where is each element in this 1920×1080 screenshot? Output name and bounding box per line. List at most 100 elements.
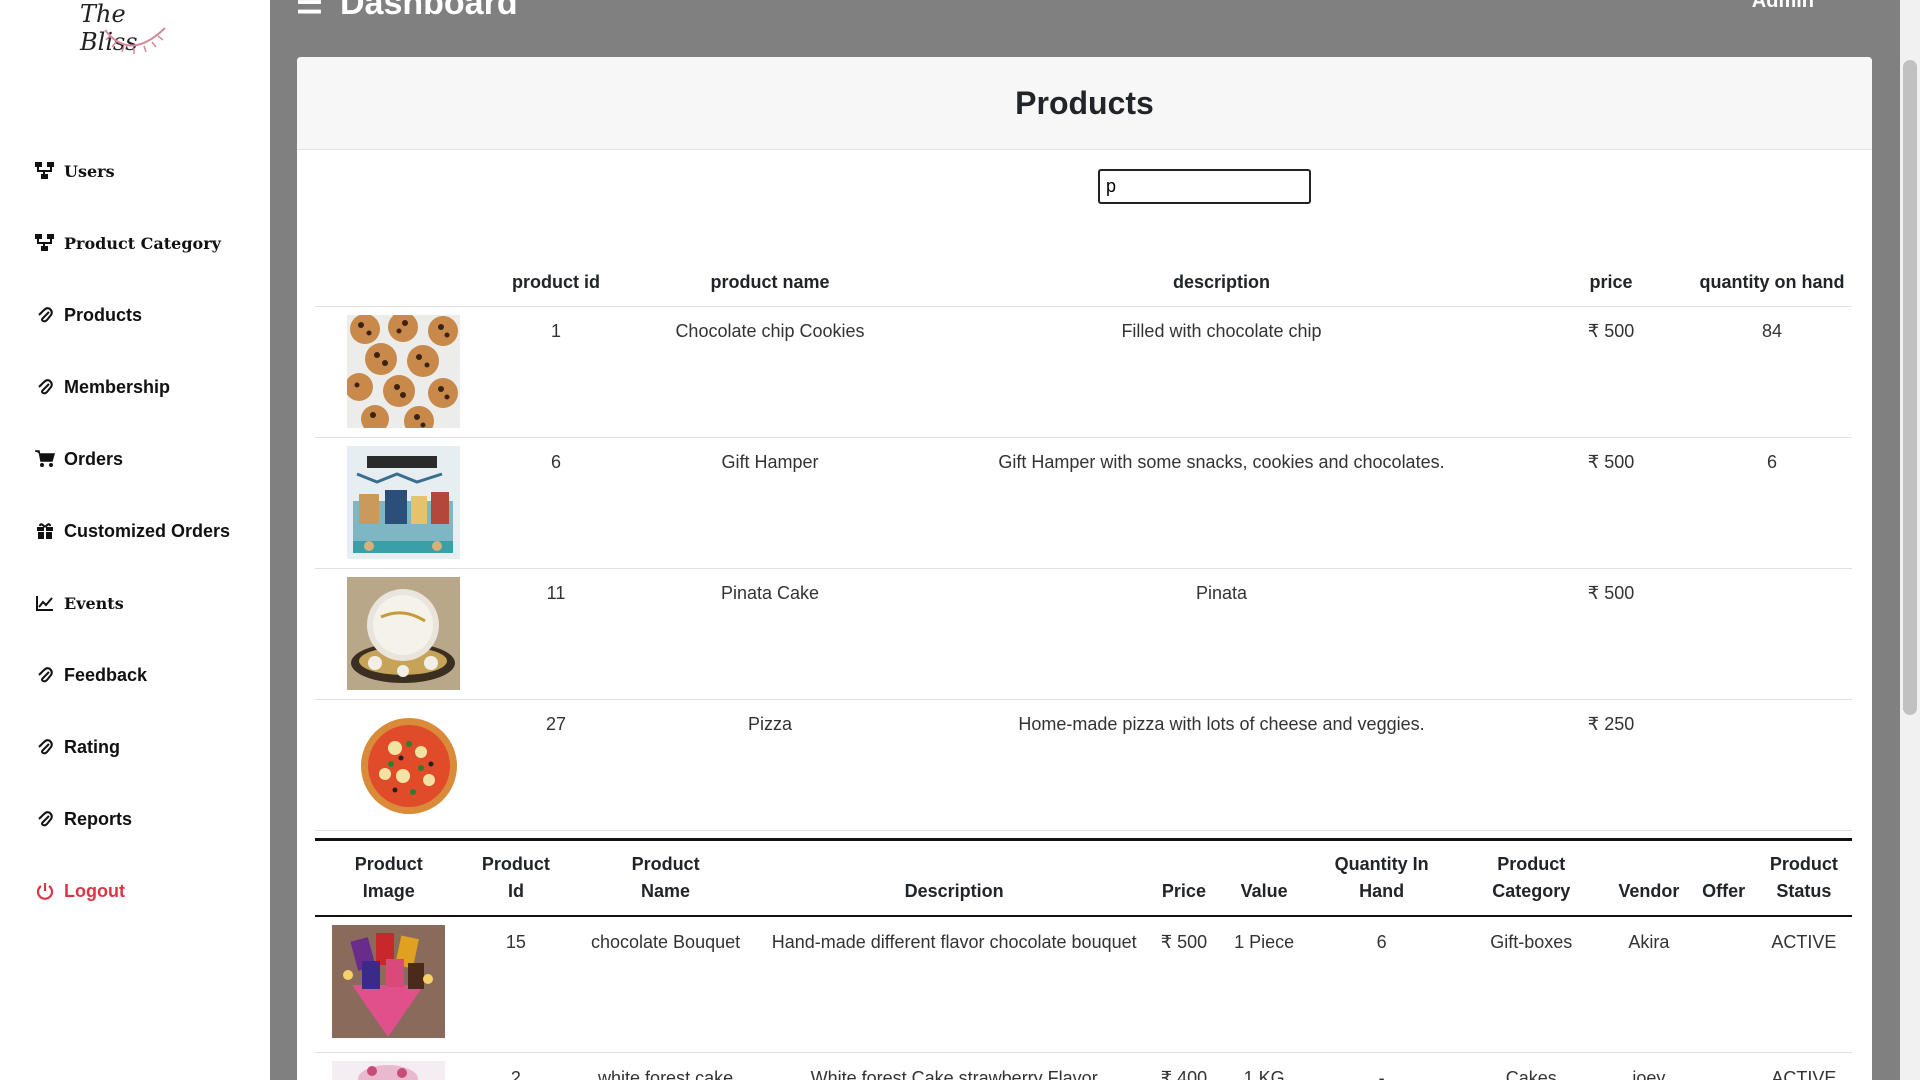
brand-logo[interactable]: The Bliss: [80, 0, 170, 60]
column-header-product-status: Product Status: [1756, 840, 1852, 917]
header-line: Image: [362, 881, 415, 901]
category-cell: Gift-boxes: [1456, 916, 1607, 1053]
product-image-white-forest-cake[interactable]: [332, 1061, 446, 1080]
column-header-vendor: Vendor: [1618, 881, 1680, 901]
sidebar-item-events[interactable]: Events: [34, 567, 230, 639]
sidebar-item-label: Product Category: [64, 233, 221, 253]
price-cell: ₹ 500: [1146, 916, 1222, 1053]
column-header-product-id: product id: [485, 259, 627, 307]
table-row[interactable]: 2 white forest cake White forest Cake st…: [315, 1052, 1852, 1080]
product-name-cell: Gift Hamper: [627, 437, 913, 569]
product-id-cell: 1: [485, 306, 627, 438]
sidebar-item-users[interactable]: Users: [34, 135, 230, 207]
sidebar-item-reports[interactable]: Reports: [34, 783, 230, 855]
column-header-product-id: Product Id: [463, 840, 570, 917]
price-cell: ₹ 500: [1530, 437, 1692, 569]
status-cell: ACTIVE: [1755, 1052, 1852, 1080]
description-cell: Home-made pizza with lots of cheese and …: [913, 699, 1530, 831]
header-line: Quantity In: [1334, 854, 1429, 874]
paperclip-icon: [34, 304, 56, 326]
product-image-pizza[interactable]: [347, 707, 460, 821]
page-title: Dashboard: [340, 0, 518, 22]
description-cell: Hand-made different flavor chocolate bou…: [761, 916, 1147, 1053]
power-icon: [34, 880, 56, 902]
table-row[interactable]: 1 Chocolate chip Cookies Filled with cho…: [315, 306, 1852, 438]
table-header-row: product id product name description pric…: [315, 259, 1852, 307]
product-image-hamper[interactable]: [347, 445, 460, 559]
table-row[interactable]: 6 Gift Hamper Gift Hamper with some snac…: [315, 437, 1852, 569]
product-image-pinata-cake[interactable]: [347, 576, 460, 690]
sidebar-nav: Users Product Category Products Membersh…: [34, 135, 230, 927]
header-line: Status: [1776, 881, 1832, 901]
sidebar-item-label: Orders: [64, 448, 124, 469]
search-input[interactable]: [1098, 169, 1311, 204]
column-header-product-category: Product Category: [1456, 840, 1606, 917]
product-name-cell: white forest cake: [569, 1052, 762, 1080]
sidebar: The Bliss Users Product Category Product…: [0, 0, 270, 1080]
status-cell: ACTIVE: [1755, 916, 1852, 1053]
product-image-cookies[interactable]: [347, 314, 460, 428]
hamburger-menu-icon[interactable]: ☰: [296, 0, 323, 21]
image-cell: [315, 699, 485, 831]
quantity-cell: [1692, 568, 1852, 700]
sidebar-item-customized-orders[interactable]: Customized Orders: [34, 495, 230, 567]
sidebar-item-label: Customized Orders: [64, 520, 231, 541]
card-title: Products: [297, 57, 1872, 150]
logo-flourish-icon: [104, 27, 166, 54]
header-line: Product: [354, 854, 423, 874]
price-cell: ₹ 400: [1146, 1052, 1222, 1080]
sidebar-item-label: Rating: [64, 736, 120, 757]
table-row[interactable]: 27 Pizza Home-made pizza with lots of ch…: [315, 699, 1852, 831]
product-name-cell: Pinata Cake: [627, 568, 913, 700]
sidebar-item-label: Products: [64, 304, 143, 325]
table-row[interactable]: 15 chocolate Bouquet Hand-made different…: [315, 916, 1852, 1053]
category-cell: Cakes: [1456, 1052, 1607, 1080]
sidebar-item-feedback[interactable]: Feedback: [34, 639, 230, 711]
column-header-price: price: [1530, 259, 1692, 307]
price-cell: ₹ 250: [1530, 699, 1692, 831]
header-line: Product: [631, 854, 700, 874]
search-results-table: product id product name description pric…: [315, 259, 1852, 831]
offer-cell: [1691, 1052, 1756, 1080]
price-cell: ₹ 500: [1530, 568, 1692, 700]
sidebar-item-membership[interactable]: Membership: [34, 351, 230, 423]
scrollbar-thumb[interactable]: [1903, 60, 1917, 715]
sidebar-item-label: Reports: [64, 808, 133, 829]
value-cell: 1 KG: [1221, 1052, 1307, 1080]
product-id-cell: 27: [485, 699, 627, 831]
description-cell: Pinata: [913, 568, 1530, 700]
quantity-cell: 6: [1692, 437, 1852, 569]
column-header-price: Price: [1161, 881, 1206, 901]
quantity-cell: 6: [1306, 916, 1457, 1053]
header-line: Hand: [1359, 881, 1405, 901]
sidebar-item-products[interactable]: Products: [34, 279, 230, 351]
gift-icon: [34, 520, 56, 542]
sidebar-item-orders[interactable]: Orders: [34, 423, 230, 495]
image-cell: [315, 916, 463, 1053]
offer-cell: [1691, 916, 1756, 1053]
page-scrollbar[interactable]: [1900, 0, 1920, 1080]
sidebar-item-logout[interactable]: Logout: [34, 855, 230, 927]
header-line: Category: [1492, 881, 1571, 901]
column-header-image: [315, 259, 485, 307]
table-row[interactable]: 11 Pinata Cake Pinata ₹ 500: [315, 568, 1852, 700]
product-image-chocolate-bouquet[interactable]: [332, 925, 446, 1038]
sidebar-item-label: Events: [64, 593, 124, 613]
quantity-cell: -: [1306, 1052, 1457, 1080]
sidebar-item-product-category[interactable]: Product Category: [34, 207, 230, 279]
header-line: Id: [507, 881, 524, 901]
paperclip-icon: [34, 664, 56, 686]
column-header-product-image: Product Image: [315, 840, 463, 917]
sidebar-item-rating[interactable]: Rating: [34, 711, 230, 783]
product-id-cell: 6: [485, 437, 627, 569]
products-table: Product Image Product Id Product Name De…: [315, 838, 1852, 1080]
product-id-cell: 2: [462, 1052, 570, 1080]
image-cell: [315, 1052, 463, 1080]
top-bar: ☰ Dashboard Admin: [270, 0, 1900, 22]
column-header-product-name: product name: [627, 259, 913, 307]
cart-icon: [34, 448, 56, 470]
user-name[interactable]: Admin: [1752, 0, 1814, 13]
price-cell: ₹ 500: [1530, 306, 1692, 438]
products-card: Products product id product name descrip…: [297, 57, 1872, 1080]
value-cell: 1 Piece: [1221, 916, 1307, 1053]
